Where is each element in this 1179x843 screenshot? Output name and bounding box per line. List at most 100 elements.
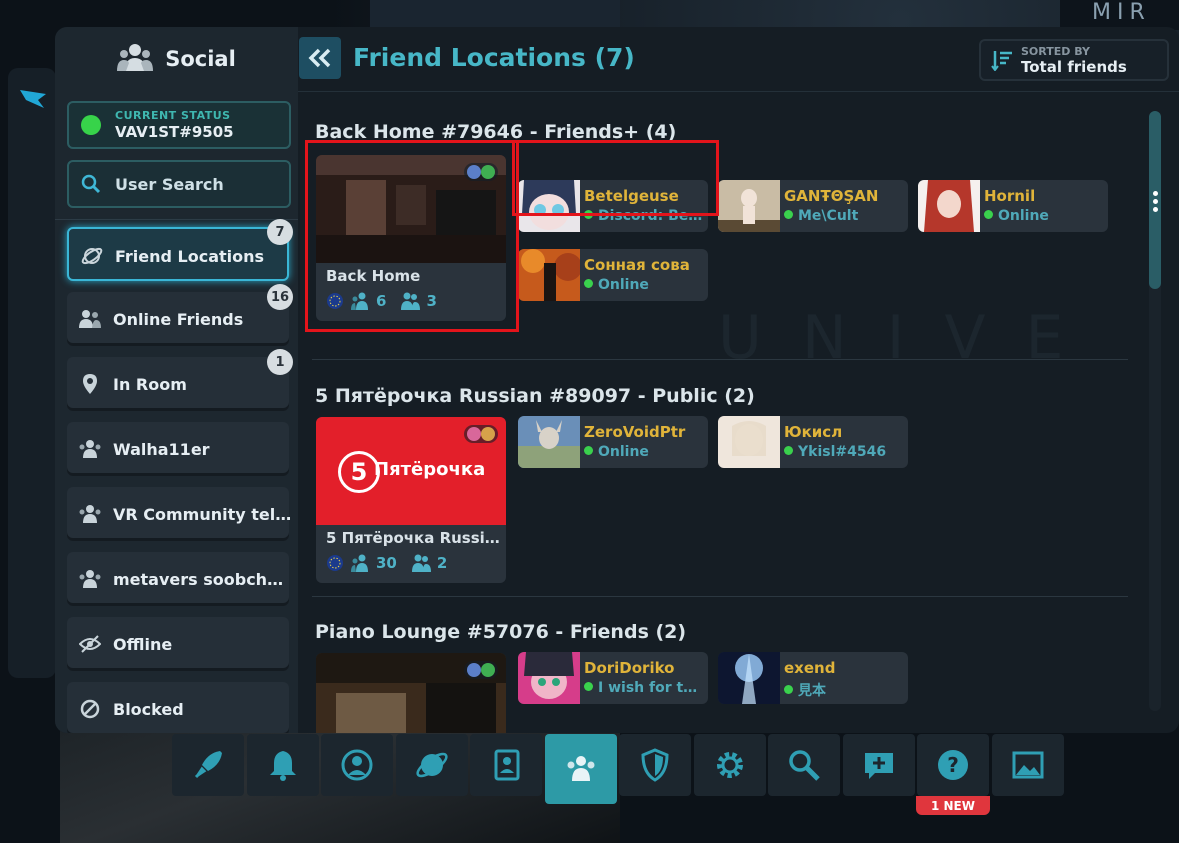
- blocked-icon: [80, 699, 100, 719]
- world-name: 5 Пятёрочка Russi…: [326, 529, 500, 547]
- social-button[interactable]: [545, 734, 617, 804]
- sort-caption: SORTED BY: [1021, 45, 1090, 58]
- friends-online-icon: [79, 310, 101, 328]
- region-tags: [464, 425, 498, 443]
- sidebar-item-group-vr-community[interactable]: VR Community tel…: [67, 487, 291, 541]
- friend-card[interactable]: DoriDoriko I wish for th…: [518, 652, 708, 704]
- profile-icon: [341, 749, 373, 781]
- double-chevron-left-icon: [308, 48, 331, 68]
- sidebar-item-label: Offline: [113, 635, 173, 654]
- sidebar-item-friend-locations[interactable]: Friend Locations: [67, 227, 289, 281]
- friend-card[interactable]: Сонная сова Online: [518, 249, 708, 301]
- section-title: Piano Lounge #57076 - Friends (2): [315, 621, 687, 643]
- friend-status: Ykisl#4546: [784, 444, 904, 460]
- background-decoration: UNIVE: [718, 303, 1104, 373]
- world-card[interactable]: [316, 653, 506, 733]
- sort-dropdown[interactable]: SORTED BY Total friends: [979, 39, 1169, 81]
- sidebar-item-label: Friend Locations: [115, 247, 265, 266]
- worlds-button[interactable]: [396, 734, 468, 796]
- left-side-panel: [8, 68, 56, 678]
- sidebar-item-offline[interactable]: Offline: [67, 617, 289, 671]
- eye-off-icon: [79, 635, 101, 653]
- friend-card[interactable]: Юкисл Ykisl#4546: [718, 416, 908, 468]
- feedback-button[interactable]: [843, 734, 915, 796]
- world-card[interactable]: 5 Пятёрочка 5 Пятёрочка Russi… 30 2: [316, 417, 506, 583]
- friend-status: Online: [584, 277, 704, 293]
- friend-locations-count-badge: 7: [267, 219, 293, 245]
- sidebar-item-label: In Room: [113, 375, 187, 394]
- current-status-button[interactable]: CURRENT STATUS VAV1ST#9505: [67, 101, 291, 149]
- avatar: [518, 652, 580, 704]
- profile-button[interactable]: [321, 734, 393, 796]
- sort-icon: [991, 51, 1012, 71]
- contacts-button[interactable]: [470, 734, 542, 796]
- friend-status: Online: [984, 208, 1104, 224]
- background-text: MIR: [1092, 0, 1151, 25]
- location-pin-icon: [83, 374, 97, 394]
- search-icon: [81, 174, 101, 194]
- friend-locations-list: UNIVE Back Home #79646 - Friends+ (4) Ba…: [298, 93, 1158, 733]
- sidebar-item-label: Blocked: [113, 700, 184, 719]
- friend-card[interactable]: Hornil Online: [918, 180, 1108, 232]
- sidebar-item-blocked[interactable]: Blocked: [67, 682, 289, 733]
- bottom-menu-bar: ?: [172, 734, 1065, 804]
- gallery-button[interactable]: [992, 734, 1064, 796]
- chat-add-icon: [865, 753, 893, 779]
- header-divider: [298, 91, 1179, 92]
- friend-name: DoriDoriko: [584, 659, 675, 677]
- avatar: [718, 416, 780, 468]
- sidebar-title: Social: [165, 47, 236, 71]
- friend-card[interactable]: exend 見本: [718, 652, 908, 704]
- friend-card[interactable]: GANŦΘŞAN Me\Cult: [718, 180, 908, 232]
- help-button[interactable]: ?: [917, 734, 989, 796]
- search-button[interactable]: [768, 734, 840, 796]
- section-divider: [312, 359, 1128, 360]
- sidebar-item-in-room[interactable]: In Room: [67, 357, 289, 411]
- eu-region-icon: [327, 555, 343, 571]
- friend-status: I wish for th…: [584, 680, 704, 696]
- highlight-box: [305, 140, 519, 332]
- friend-name: exend: [784, 659, 836, 677]
- friend-status: Online: [584, 444, 704, 460]
- social-icon: [117, 44, 154, 71]
- launch-button[interactable]: [172, 734, 244, 796]
- group-icon: [79, 570, 101, 588]
- shield-icon: [641, 748, 669, 782]
- sidebar-item-label: Online Friends: [113, 310, 244, 329]
- friend-card[interactable]: ZeroVoidPtr Online: [518, 416, 708, 468]
- section-divider: [312, 596, 1128, 597]
- notifications-button[interactable]: [247, 734, 319, 796]
- planet-icon: [416, 752, 448, 778]
- social-window: Social CURRENT STATUS VAV1ST#9505 User S…: [55, 27, 1179, 733]
- sidebar-item-group-walha11er[interactable]: Walha11er: [67, 422, 289, 476]
- highlight-box: [512, 140, 719, 216]
- status-caption: CURRENT STATUS: [115, 109, 231, 122]
- collapse-sidebar-button[interactable]: [299, 37, 341, 79]
- social-icon: [567, 756, 595, 781]
- more-options-icon[interactable]: [1153, 191, 1159, 215]
- in-room-count-badge: 1: [267, 349, 293, 375]
- group-icon: [79, 505, 101, 523]
- pyaterochka-logo-text: Пятёрочка: [374, 459, 486, 480]
- sidebar-item-group-metavers[interactable]: metavers soobch…: [67, 552, 289, 606]
- settings-button[interactable]: [694, 734, 766, 796]
- gallery-icon: [1012, 751, 1044, 779]
- online-friends-count-badge: 16: [267, 284, 293, 310]
- safety-button[interactable]: [619, 734, 691, 796]
- world-friend-count: 2: [436, 554, 448, 572]
- sidebar: Social CURRENT STATUS VAV1ST#9505 User S…: [55, 27, 298, 733]
- sidebar-divider: [55, 219, 298, 220]
- avatar: [518, 416, 580, 468]
- user-search-button[interactable]: User Search: [67, 160, 291, 208]
- group-icon: [79, 440, 101, 458]
- section-title: 5 Пятёрочка Russian #89097 - Public (2): [315, 385, 755, 407]
- sort-value: Total friends: [1021, 58, 1127, 76]
- region-tags: [464, 661, 498, 679]
- friend-name: Сонная сова: [584, 256, 690, 274]
- sidebar-item-online-friends[interactable]: Online Friends: [67, 292, 289, 346]
- sidebar-item-label: Walha11er: [113, 440, 210, 459]
- contacts-icon: [494, 749, 520, 781]
- help-icon: ?: [938, 750, 968, 780]
- friends-icon: [411, 554, 431, 572]
- avatar: [718, 180, 780, 232]
